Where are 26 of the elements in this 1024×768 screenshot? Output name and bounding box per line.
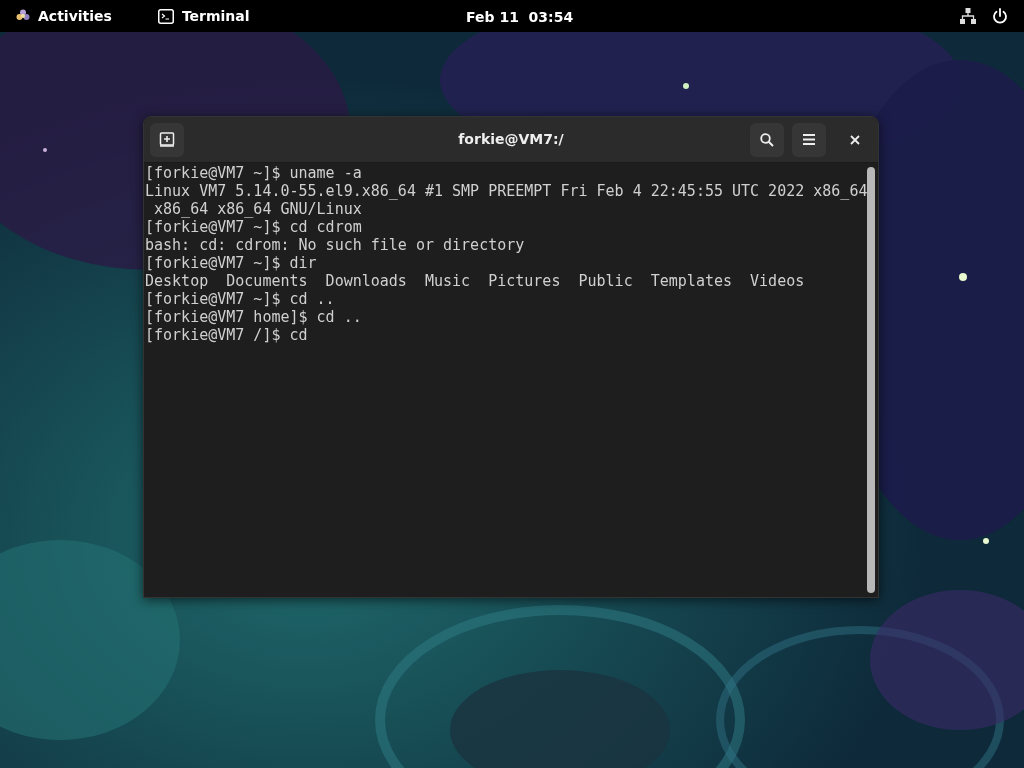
app-menu-button[interactable]: Terminal — [157, 5, 250, 27]
search-button[interactable] — [750, 122, 784, 157]
terminal-icon — [157, 8, 174, 24]
terminal-line: [forkie@VM7 ~]$ dir — [145, 254, 317, 272]
scrollbar[interactable] — [867, 167, 876, 593]
terminal-line: bash: cd: cdrom: No such file or directory — [145, 236, 525, 254]
terminal-line: [forkie@VM7 home]$ cd .. — [145, 308, 362, 326]
power-icon[interactable] — [992, 8, 1008, 24]
menu-button[interactable] — [792, 122, 826, 157]
terminal-line: Desktop Documents Downloads Music Pictures Public Templates Videos — [145, 272, 805, 290]
clock[interactable]: Feb 11 03:54 — [466, 7, 574, 28]
menu-icon — [803, 134, 815, 145]
new-tab-icon — [159, 132, 175, 147]
network-icon[interactable] — [960, 8, 976, 24]
terminal-line: x86_64 x86_64 GNU/Linux — [153, 200, 362, 218]
close-icon — [850, 134, 860, 145]
window-title: forkie@VM7:/ — [458, 130, 564, 149]
terminal-line: [forkie@VM7 ~]$ cd cdrom — [145, 218, 362, 236]
activities-button[interactable]: Activities — [16, 5, 112, 27]
flower-icon — [16, 9, 30, 23]
search-icon — [760, 132, 774, 147]
terminal-line: [forkie@VM7 /]$ cd — [145, 326, 308, 344]
terminal-line: [forkie@VM7 ~]$ uname -a — [145, 164, 362, 182]
terminal-line: Linux VM7 5.14.0-55.el9.x86_64 #1 SMP PREEMPT Fri Feb 4 22:45:55 UTC 2022 x86_64 — [145, 182, 868, 200]
terminal-line: [forkie@VM7 ~]$ cd .. — [145, 290, 335, 308]
new-tab-button[interactable] — [150, 122, 184, 157]
